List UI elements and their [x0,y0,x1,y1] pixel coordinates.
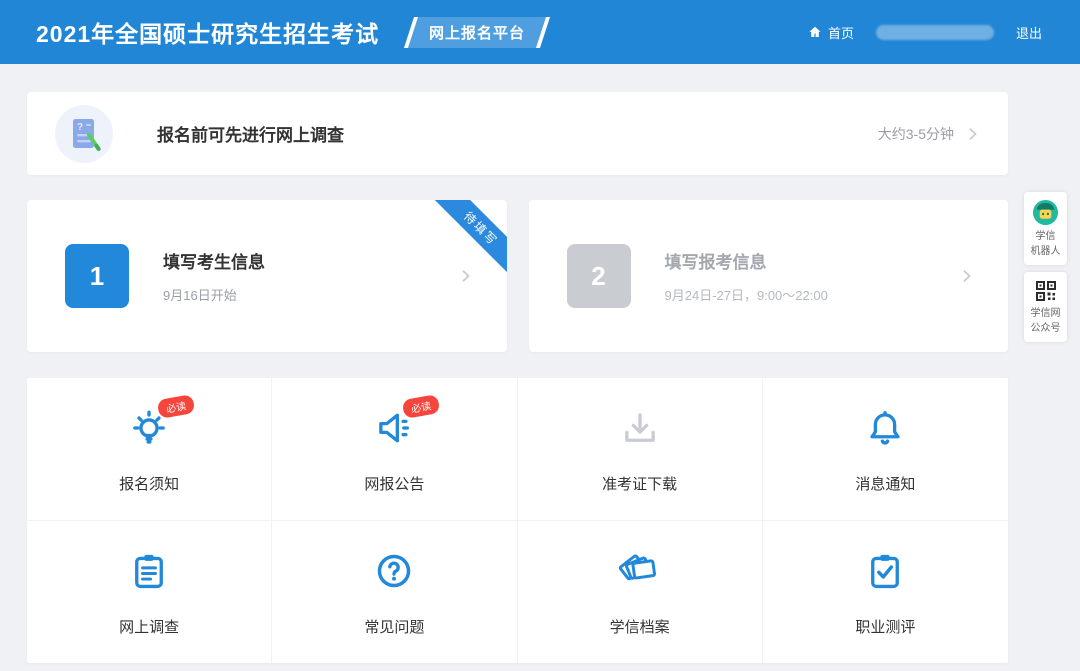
step-subtitle: 9月16日开始 [163,285,265,304]
step-subtitle: 9月24日-27日，9:00～22:00 [665,285,828,304]
logout-link[interactable]: 退出 [1016,23,1042,42]
must-read-badge: 必读 [402,394,441,419]
download-icon [619,407,661,449]
grid-item-online-survey[interactable]: 网上调查 [27,521,272,664]
steps-row: 1 填写考生信息 9月16日开始 待填写 2 填写报考信息 9月24日-27日，… [27,200,1008,352]
function-grid: 必读 报名须知 必读 网报公告 准考证下载 [27,378,1008,663]
step-title: 填写考生信息 [163,248,265,273]
grid-item-faq[interactable]: 常见问题 [272,521,517,664]
svg-text:?: ? [77,122,83,133]
step-card-application-info[interactable]: 2 填写报考信息 9月24日-27日，9:00～22:00 [529,200,1009,352]
grid-item-label: 报名须知 [119,473,179,494]
step-number-badge: 2 [567,244,631,308]
robot-icon [1032,199,1059,226]
survey-doc-icon: ? [55,105,113,163]
chevron-right-icon [960,269,974,283]
grid-item-announcements[interactable]: 必读 网报公告 [272,378,517,521]
username-redacted [876,25,994,40]
grid-item-admission-ticket-download[interactable]: 准考证下载 [518,378,763,521]
grid-item-label: 学信档案 [610,616,670,637]
step-number-badge: 1 [65,244,129,308]
widget-label: 学信 机器人 [1031,230,1061,259]
archive-icon [619,550,661,592]
question-icon [373,550,415,592]
grid-item-xuexin-archives[interactable]: 学信档案 [518,521,763,664]
grid-item-label: 准考证下载 [602,473,677,494]
platform-badge: 网上报名平台 [404,17,550,48]
app-header: 2021年全国硕士研究生招生考试 网上报名平台 首页 退出 [0,0,1080,64]
qrcode-icon [1034,279,1058,303]
survey-banner[interactable]: ? 报名前可先进行网上调查 大约3-5分钟 [27,92,1008,175]
status-ribbon: 待填写 [432,200,506,277]
step-title: 填写报考信息 [665,248,828,273]
clipboard-icon [128,550,170,592]
widget-wechat-qrcode[interactable]: 学信网 公众号 [1024,272,1067,342]
assessment-icon [864,550,906,592]
home-icon [808,25,822,39]
grid-item-label: 网报公告 [364,473,424,494]
grid-item-notifications[interactable]: 消息通知 [763,378,1008,521]
grid-item-label: 网上调查 [119,616,179,637]
widget-label: 学信网 公众号 [1031,307,1061,336]
header-nav: 首页 退出 [808,23,1042,42]
chevron-right-icon [966,127,980,141]
chevron-right-icon [459,269,473,283]
grid-item-career-assessment[interactable]: 职业测评 [763,521,1008,664]
step-card-candidate-info[interactable]: 1 填写考生信息 9月16日开始 待填写 [27,200,507,352]
app-title: 2021年全国硕士研究生招生考试 [36,15,379,49]
grid-item-label: 消息通知 [855,473,915,494]
survey-duration: 大约3-5分钟 [878,124,954,144]
widget-xuexin-robot[interactable]: 学信 机器人 [1024,192,1067,265]
nav-home[interactable]: 首页 [808,23,854,42]
survey-banner-title: 报名前可先进行网上调查 [157,121,344,146]
grid-item-label: 常见问题 [364,616,424,637]
must-read-badge: 必读 [157,394,196,419]
grid-item-signup-notice[interactable]: 必读 报名须知 [27,378,272,521]
bell-icon [864,407,906,449]
grid-item-label: 职业测评 [855,616,915,637]
nav-home-label: 首页 [828,23,854,42]
floating-widgets: 学信 机器人 学信网 公众号 [1024,192,1067,342]
platform-badge-label: 网上报名平台 [429,22,525,43]
